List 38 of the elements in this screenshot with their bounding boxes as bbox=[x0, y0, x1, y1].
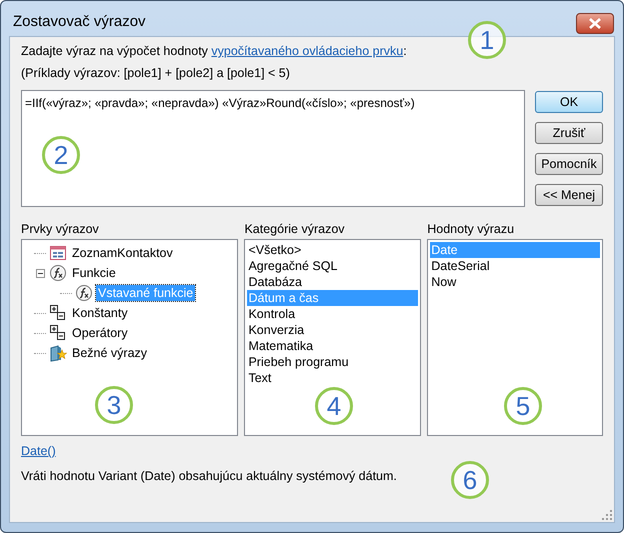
description-text: Vráti hodnotu Variant (Date) obsahujúcu aktuálny systémový dátum. bbox=[21, 468, 397, 485]
list-item[interactable]: <Všetko> bbox=[247, 242, 418, 258]
tree-item[interactable]: Funkcie bbox=[70, 265, 118, 281]
close-button[interactable] bbox=[576, 12, 614, 34]
list-item[interactable]: Text bbox=[247, 370, 418, 386]
tree-item[interactable]: Operátory bbox=[70, 325, 130, 341]
dialog-button[interactable]: << Menej bbox=[535, 184, 603, 206]
tree-item[interactable]: Bežné výrazy bbox=[70, 345, 150, 361]
list-label: Hodnoty výrazu bbox=[427, 221, 516, 237]
tree-item[interactable]: Konštanty bbox=[70, 305, 130, 321]
list-item[interactable]: Kontrola bbox=[247, 306, 418, 322]
tree-item[interactable]: ZoznamKontaktov bbox=[70, 245, 175, 261]
list-item[interactable]: Matematika bbox=[247, 338, 418, 354]
function-icon bbox=[49, 264, 67, 282]
book-star-icon bbox=[49, 344, 67, 362]
function-link[interactable]: Date() bbox=[21, 442, 56, 460]
plus-minus-icon bbox=[49, 304, 67, 322]
list-label: Prvky výrazov bbox=[21, 221, 100, 237]
list-label: Kategórie výrazov bbox=[244, 221, 346, 237]
window-title: Zostavovač výrazov bbox=[13, 12, 146, 32]
function-icon bbox=[75, 284, 93, 302]
form-icon bbox=[49, 244, 67, 262]
example-text: (Príklady výrazov: [pole1] + [pole2] a [pole1] < 5) bbox=[21, 65, 291, 82]
list-item[interactable]: Databáza bbox=[247, 274, 418, 290]
dialog-button[interactable]: Pomocník bbox=[535, 153, 603, 175]
list-item[interactable]: Now bbox=[430, 274, 600, 290]
list-item[interactable]: Priebeh programu bbox=[247, 354, 418, 370]
close-icon bbox=[589, 18, 601, 28]
list-item[interactable]: DateSerial bbox=[430, 258, 600, 274]
resize-grip-icon bbox=[602, 510, 612, 520]
list-item[interactable]: Agregačné SQL bbox=[247, 258, 418, 274]
dialog-button[interactable]: Zrušiť bbox=[535, 122, 603, 144]
control-link[interactable]: vypočítavaného ovládacieho prvku bbox=[211, 44, 404, 58]
dialog-button[interactable]: OK bbox=[535, 91, 603, 113]
list-item[interactable]: Konverzia bbox=[247, 322, 418, 338]
callout-number: 1 bbox=[468, 21, 506, 59]
collapse-icon[interactable] bbox=[36, 268, 44, 278]
plus-minus-icon bbox=[49, 324, 67, 342]
